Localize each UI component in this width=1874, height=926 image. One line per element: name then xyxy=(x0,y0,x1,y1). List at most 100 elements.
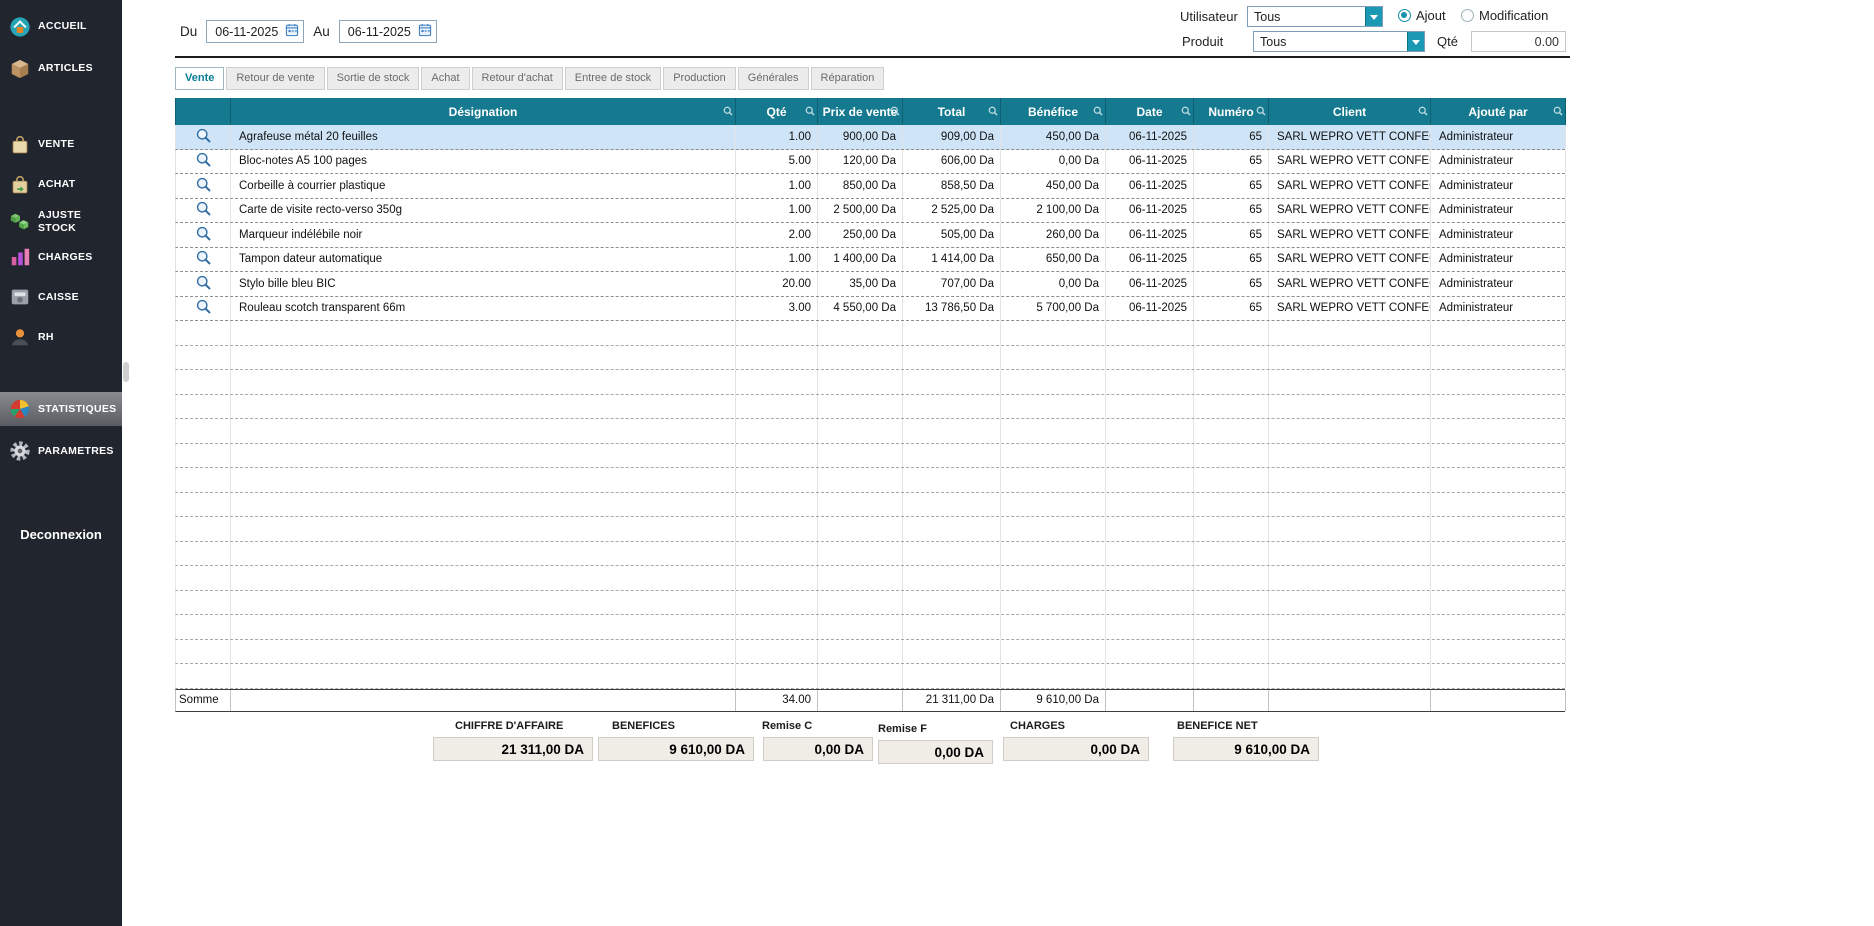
search-icon[interactable] xyxy=(195,225,212,245)
radio-modification[interactable]: Modification xyxy=(1461,8,1548,23)
column-header-client[interactable]: Client xyxy=(1269,98,1431,125)
table-row[interactable]: Tampon dateur automatique1.001 400,00 Da… xyxy=(175,248,1565,273)
sidebar-item-rh[interactable]: RH xyxy=(0,320,122,354)
cell-prix-de-vente: 850,00 Da xyxy=(818,174,903,198)
column-header-qte[interactable]: Qté xyxy=(736,98,818,125)
sum-cell: 21 311,00 Da xyxy=(903,690,1001,711)
column-header-designation[interactable]: Désignation xyxy=(231,98,736,125)
from-date-label: Du xyxy=(180,24,197,39)
summary-value-charges: 0,00 DA xyxy=(1003,737,1149,761)
tab-reparation[interactable]: Réparation xyxy=(811,67,885,90)
search-icon[interactable] xyxy=(195,274,212,294)
column-header-ajoute-par[interactable]: Ajouté par xyxy=(1431,98,1566,125)
sidebar-item-articles[interactable]: ARTICLES xyxy=(0,52,122,86)
search-icon[interactable] xyxy=(195,200,212,220)
to-date-input[interactable]: 06-11-2025 xyxy=(339,20,437,43)
sum-cell xyxy=(818,690,903,711)
stats-icon xyxy=(9,398,31,420)
sidebar-item-parametres[interactable]: PARAMETRES xyxy=(0,434,122,468)
sidebar-item-charges[interactable]: CHARGES xyxy=(0,240,122,274)
summary-label-chiffre-d-affaire: CHIFFRE D'AFFAIRE xyxy=(455,720,563,732)
table-row[interactable]: Agrafeuse métal 20 feuilles1.00900,00 Da… xyxy=(175,125,1565,150)
sum-cell xyxy=(1194,690,1269,711)
calendar-icon[interactable] xyxy=(418,23,432,40)
column-header-date[interactable]: Date xyxy=(1106,98,1194,125)
cell-benefice: 0,00 Da xyxy=(1001,272,1106,296)
cell-qte: 2.00 xyxy=(736,223,818,247)
search-icon[interactable] xyxy=(195,249,212,269)
cell-date: 06-11-2025 xyxy=(1106,248,1194,272)
cell-total: 505,00 Da xyxy=(903,223,1001,247)
radio-ajout-control[interactable] xyxy=(1398,9,1411,22)
sum-cell xyxy=(231,690,736,711)
radio-ajout[interactable]: Ajout xyxy=(1398,8,1446,23)
cell-client: SARL WEPRO VETT CONFECTION xyxy=(1269,150,1431,174)
column-header-numero[interactable]: Numéro xyxy=(1194,98,1269,125)
column-header-benefice[interactable]: Bénéfice xyxy=(1001,98,1106,125)
search-icon[interactable] xyxy=(195,176,212,196)
cell-qte: 3.00 xyxy=(736,297,818,321)
cell-qte: 1.00 xyxy=(736,125,818,149)
tab-generales[interactable]: Générales xyxy=(738,67,809,90)
charges-icon xyxy=(9,246,31,268)
user-select[interactable]: Tous xyxy=(1247,6,1383,27)
articles-icon xyxy=(9,58,31,80)
scrollbar-thumb[interactable] xyxy=(123,362,129,382)
chevron-down-icon[interactable] xyxy=(1365,7,1382,26)
cell-qte: 20.00 xyxy=(736,272,818,296)
cell-ajoute-par: Administrateur xyxy=(1431,150,1566,174)
column-search-icon[interactable] xyxy=(1553,105,1563,119)
tab-production[interactable]: Production xyxy=(663,67,736,90)
sidebar-item-label: ACCUEIL xyxy=(38,20,87,33)
cell-qte: 1.00 xyxy=(736,248,818,272)
empty-row xyxy=(175,419,1565,444)
table-row[interactable]: Marqueur indélébile noir2.00250,00 Da505… xyxy=(175,223,1565,248)
column-search-icon[interactable] xyxy=(890,105,900,119)
sidebar-item-accueil[interactable]: ACCUEIL xyxy=(0,10,122,44)
table-row[interactable]: Bloc-notes A5 100 pages5.00120,00 Da606,… xyxy=(175,150,1565,175)
qty-input[interactable]: 0.00 xyxy=(1471,31,1566,52)
cell-designation: Carte de visite recto-verso 350g xyxy=(231,199,736,223)
cell-benefice: 0,00 Da xyxy=(1001,150,1106,174)
column-label: Prix de vente xyxy=(823,105,898,119)
logout-button[interactable]: Deconnexion xyxy=(0,527,122,542)
column-search-icon[interactable] xyxy=(1093,105,1103,119)
tab-sortie-de-stock[interactable]: Sortie de stock xyxy=(327,67,420,90)
sidebar-item-vente[interactable]: VENTE xyxy=(0,128,122,162)
tab-retour-d-achat[interactable]: Retour d'achat xyxy=(472,67,563,90)
column-search-icon[interactable] xyxy=(805,105,815,119)
tab-retour-de-vente[interactable]: Retour de vente xyxy=(226,67,324,90)
sum-cell: 9 610,00 Da xyxy=(1001,690,1106,711)
chevron-down-icon[interactable] xyxy=(1407,32,1424,51)
table-row[interactable]: Rouleau scotch transparent 66m3.004 550,… xyxy=(175,297,1565,322)
search-icon[interactable] xyxy=(195,127,212,147)
sidebar-item-caisse[interactable]: CAISSE xyxy=(0,280,122,314)
radio-modification-control[interactable] xyxy=(1461,9,1474,22)
tab-vente[interactable]: Vente xyxy=(175,67,224,90)
column-search-icon[interactable] xyxy=(1418,105,1428,119)
column-header-prix-de-vente[interactable]: Prix de vente xyxy=(818,98,903,125)
table-header: DésignationQté Prix de vente TotalBénéfice… xyxy=(175,98,1565,125)
column-search-icon[interactable] xyxy=(988,105,998,119)
table-row[interactable]: Corbeille à courrier plastique1.00850,00… xyxy=(175,174,1565,199)
from-date-input[interactable]: 06-11-2025 xyxy=(206,20,304,43)
cell-date: 06-11-2025 xyxy=(1106,297,1194,321)
column-header-total[interactable]: Total xyxy=(903,98,1001,125)
to-date-value: 06-11-2025 xyxy=(348,25,411,39)
sidebar-item-ajuste-stock[interactable]: AJUSTE STOCK xyxy=(0,204,122,240)
table-row[interactable]: Carte de visite recto-verso 350g1.002 50… xyxy=(175,199,1565,224)
column-search-icon[interactable] xyxy=(1181,105,1191,119)
tab-bar: VenteRetour de venteSortie de stockAchat… xyxy=(175,67,886,90)
column-search-icon[interactable] xyxy=(723,105,733,119)
search-icon[interactable] xyxy=(195,298,212,318)
calendar-icon[interactable] xyxy=(285,23,299,40)
product-select[interactable]: Tous xyxy=(1253,31,1425,52)
sidebar-item-statistiques[interactable]: STATISTIQUES xyxy=(0,392,122,426)
table-row[interactable]: Stylo bille bleu BIC20.0035,00 Da707,00 … xyxy=(175,272,1565,297)
tab-achat[interactable]: Achat xyxy=(421,67,469,90)
column-search-icon[interactable] xyxy=(1256,105,1266,119)
search-icon[interactable] xyxy=(195,151,212,171)
sidebar-item-achat[interactable]: ACHAT xyxy=(0,168,122,202)
tab-entree-de-stock[interactable]: Entree de stock xyxy=(565,67,661,90)
cell-benefice: 5 700,00 Da xyxy=(1001,297,1106,321)
